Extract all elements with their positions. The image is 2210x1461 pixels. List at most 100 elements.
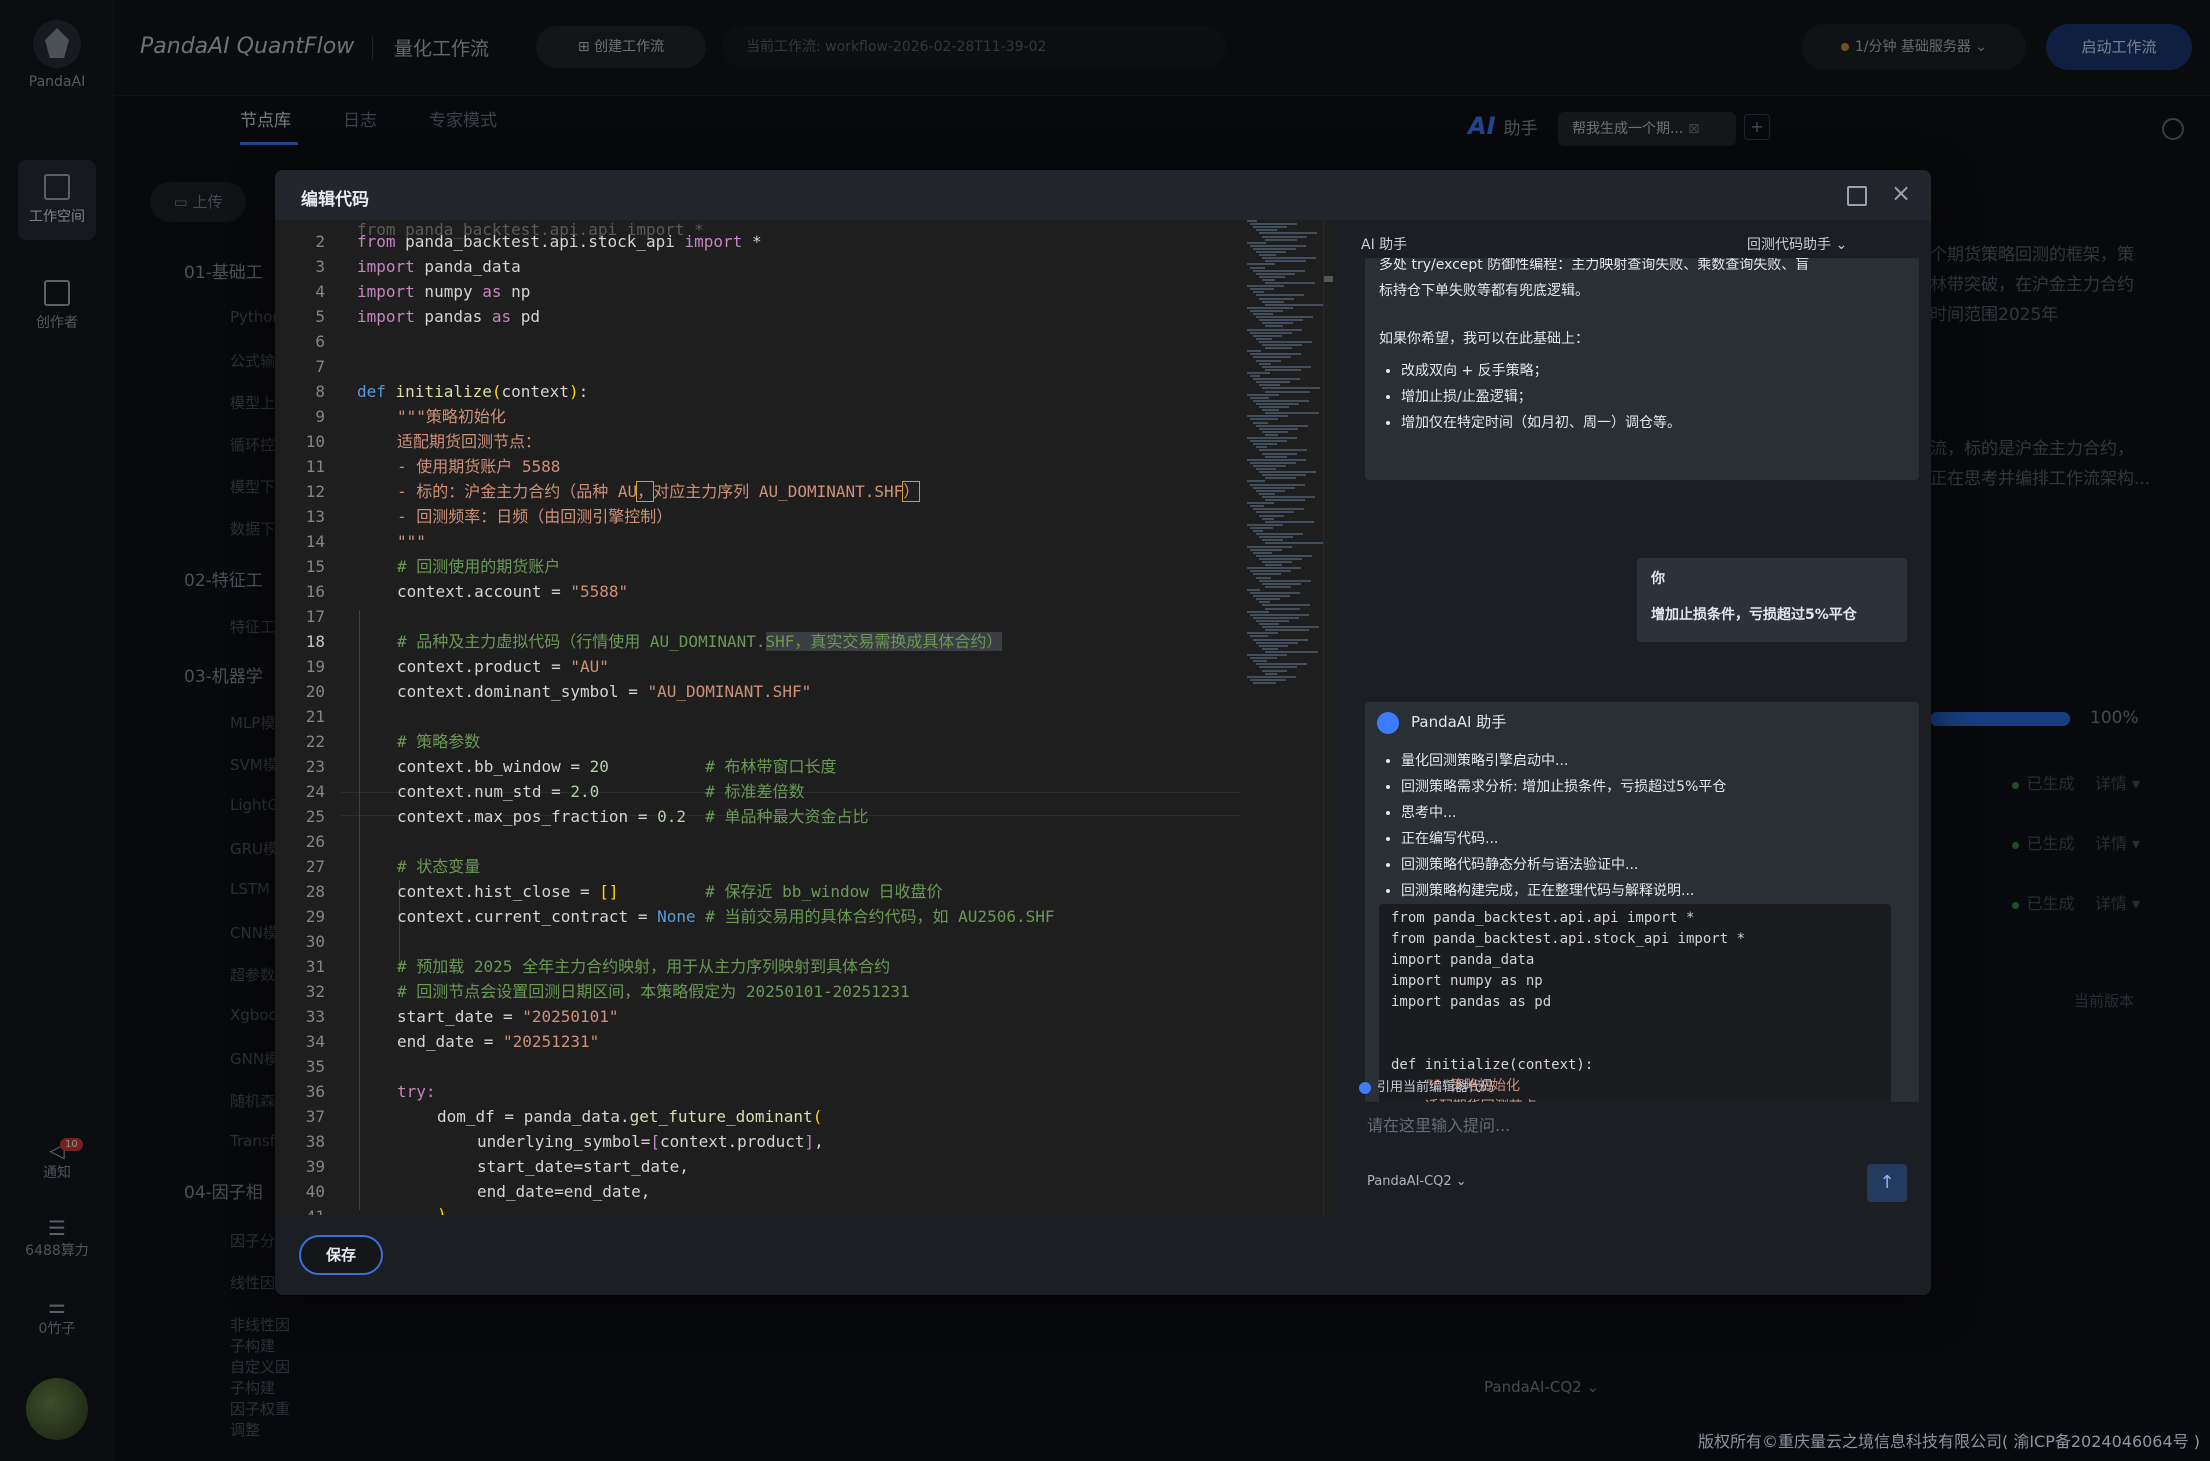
minimap-line: [1265, 238, 1297, 241]
ai-code-block[interactable]: from panda_backtest.api.api import * from…: [1379, 904, 1891, 1102]
minimap-line: [1259, 340, 1312, 343]
code-line-28: context.hist_close = [] # 保存近 bb_window …: [397, 882, 943, 901]
line-number: 16: [305, 582, 325, 601]
reference-editor-toggle[interactable]: 引用当前编辑器代码: [1359, 1076, 1494, 1095]
line-number: 32: [305, 982, 325, 1001]
line-number: 4: [315, 282, 325, 301]
minimap-line: [1256, 424, 1308, 427]
chat-input[interactable]: 请在这里输入提问...: [1367, 1112, 1510, 1136]
send-button[interactable]: ↑: [1867, 1164, 1907, 1202]
minimap-line: [1265, 368, 1301, 371]
minimap-line: [1259, 362, 1271, 365]
chat-mode-selector[interactable]: 回测代码助手 ⌄: [1747, 234, 1847, 254]
minimap-line: [1265, 303, 1324, 306]
minimap-line: [1256, 402, 1299, 405]
line-number: 10: [305, 432, 325, 451]
model-selector[interactable]: PandaAI-CQ2 ⌄: [1367, 1174, 1467, 1189]
minimap-line: [1247, 480, 1265, 483]
line-number: 7: [315, 357, 325, 376]
minimap-line: [1262, 344, 1302, 346]
code-line-20: context.dominant_symbol = "AU_DOMINANT.S…: [397, 682, 812, 701]
code-line-34: end_date = "20251231": [397, 1032, 600, 1051]
chat-messages[interactable]: 多处 try/except 防御性编程：主力映射查询失败、乘数查询失败、盲 标持…: [1353, 258, 1931, 1102]
minimap-line: [1262, 300, 1284, 303]
minimap-line: [1262, 604, 1310, 607]
code-editor[interactable]: 2 3 4 5 6 7 8 9 10 11 12 13 14 15 16 17 18 19 20 21 22 23 24 25…: [275, 220, 1333, 1215]
minimap-line: [1259, 644, 1288, 647]
code-line-27: # 状态变量: [397, 857, 481, 876]
minimap-line: [1259, 449, 1307, 452]
minimap-line: [1247, 350, 1261, 353]
minimap-line: [1262, 235, 1307, 238]
minimap-line: [1259, 536, 1293, 539]
line-number: 26: [305, 832, 325, 851]
minimap-line: [1262, 647, 1278, 650]
indent-guide: [359, 610, 360, 1210]
editor-scroll-thumb[interactable]: [1324, 276, 1333, 282]
ai-name-label: PandaAI 助手: [1411, 713, 1507, 731]
code-line-13: - 回测频率：日频（由回测引擎控制）: [397, 507, 673, 526]
line-number: 14: [305, 532, 325, 551]
minimap-line: [1256, 554, 1312, 557]
line-number: 2: [315, 232, 325, 251]
ai-chat-panel: AI 助手 回测代码助手 ⌄ 多处 try/except 防御性编程：主力映射查…: [1353, 220, 1931, 1215]
minimap-line: [1259, 492, 1275, 495]
minimap-line: [1265, 347, 1292, 350]
minimap-line: [1253, 334, 1282, 337]
minimap-line: [1265, 607, 1300, 610]
editor-scrollbar[interactable]: [1323, 220, 1333, 1215]
line-number: 15: [305, 557, 325, 576]
minimap-line: [1247, 545, 1292, 548]
minimap-line: [1253, 638, 1308, 641]
line-number: 20: [305, 682, 325, 701]
line-number: 36: [305, 1082, 325, 1101]
code-minimap[interactable]: [1243, 220, 1324, 700]
minimap-line: [1250, 353, 1301, 356]
minimap-line: [1259, 275, 1285, 278]
minimap-line: [1250, 548, 1282, 551]
code-line-40: end_date=end_date,: [477, 1182, 651, 1201]
ai-code-line: import pandas as pd: [1391, 994, 1552, 1010]
line-number: 17: [305, 607, 325, 626]
close-icon[interactable]: ×: [1889, 181, 1913, 206]
code-line-9: """策略初始化: [397, 407, 506, 426]
minimap-line: [1262, 669, 1287, 672]
minimap-line: [1247, 393, 1279, 396]
panda-avatar-icon: [1377, 712, 1399, 734]
fullscreen-icon[interactable]: [1847, 186, 1867, 206]
chat-title: AI 助手: [1361, 237, 1408, 253]
step-item: 思考中...: [1401, 800, 1905, 826]
minimap-line: [1253, 378, 1300, 381]
minimap-line: [1265, 412, 1319, 415]
user-label: 你: [1651, 571, 1665, 587]
ai-name-bar: PandaAI 助手: [1365, 702, 1919, 742]
modal-footer: 保存: [275, 1215, 1931, 1295]
line-number: 25: [305, 807, 325, 826]
code-line-10: 适配期货回测节点：: [397, 432, 542, 451]
minimap-line: [1253, 551, 1272, 554]
minimap-line: [1256, 641, 1298, 644]
minimap-line: [1250, 244, 1306, 247]
minimap-line: [1250, 461, 1296, 464]
minimap-line: [1247, 263, 1275, 266]
minimap-line: [1265, 455, 1287, 458]
minimap-line: [1253, 508, 1304, 511]
code-line-14: """: [397, 532, 426, 551]
minimap-line: [1250, 309, 1283, 312]
minimap-line: [1265, 520, 1314, 523]
minimap-line: [1247, 458, 1306, 461]
minimap-line: [1262, 387, 1320, 390]
minimap-line: [1253, 616, 1299, 619]
minimap-line: [1259, 319, 1303, 322]
minimap-line: [1256, 489, 1285, 492]
save-button[interactable]: 保存: [299, 1235, 383, 1275]
minimap-line: [1265, 585, 1291, 588]
minimap-line: [1256, 294, 1304, 297]
minimap-line: [1247, 306, 1293, 309]
arrow-up-icon: ↑: [1879, 1172, 1895, 1193]
minimap-line: [1265, 433, 1278, 436]
minimap-line: [1253, 226, 1287, 229]
minimap-line: [1259, 254, 1276, 257]
line-number: 41: [275, 1207, 325, 1215]
code-line-12: - 标的：沪金主力合约（品种 AU，对应主力序列 AU_DOMINANT.SHF…: [397, 481, 921, 502]
